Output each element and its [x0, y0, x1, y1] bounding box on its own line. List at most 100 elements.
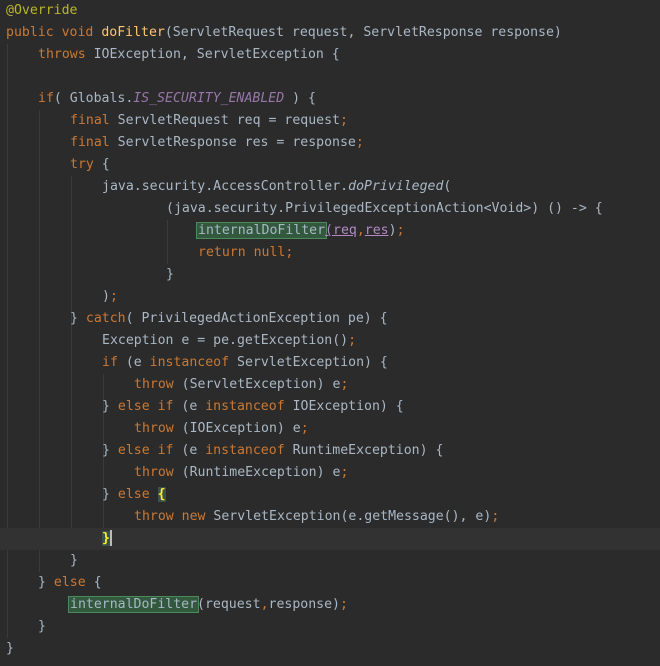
code-line[interactable]: throw (ServletException) e; — [0, 374, 660, 396]
keyword: instanceof — [205, 399, 285, 414]
code-text: (IOException) e — [173, 421, 301, 436]
code-text: ( — [443, 179, 452, 194]
keyword: void — [61, 25, 94, 40]
code-line[interactable]: } else { — [0, 484, 660, 506]
current-line[interactable]: } — [0, 528, 660, 550]
semicolon: ; — [491, 509, 500, 524]
semicolon: ; — [339, 113, 348, 128]
code-text: (ServletException) e — [173, 377, 341, 392]
code-editor[interactable]: @Override public void doFilter(ServletRe… — [0, 0, 660, 666]
code-line[interactable]: } else { — [0, 572, 660, 594]
code-text: { — [93, 157, 110, 172]
code-line[interactable]: } else if (e instanceof RuntimeException… — [0, 440, 660, 462]
keyword: else if — [117, 443, 174, 458]
keyword: public — [6, 25, 54, 40]
keyword: final — [70, 135, 110, 150]
code-text: Exception e = pe.getException() — [102, 333, 349, 348]
code-line[interactable] — [0, 66, 660, 88]
code-text: { — [85, 575, 102, 590]
comma: , — [356, 223, 365, 238]
code-text: ) { — [284, 91, 316, 106]
code-line[interactable]: throw new ServletException(e.getMessage(… — [0, 506, 660, 528]
param-req: req — [333, 223, 357, 238]
code-line[interactable]: final ServletResponse res = response; — [0, 132, 660, 154]
code-line[interactable]: throw (RuntimeException) e; — [0, 462, 660, 484]
code-text: ( PrivilegedActionException pe) { — [125, 311, 388, 326]
code-line[interactable]: @Override — [0, 0, 660, 22]
keyword: if — [102, 355, 118, 370]
annotation: @Override — [6, 3, 78, 18]
code-line[interactable]: ); — [0, 286, 660, 308]
static-field: IS_SECURITY_ENABLED — [133, 91, 285, 106]
code-line[interactable]: if (e instanceof ServletException) { — [0, 352, 660, 374]
keyword: else — [117, 487, 150, 502]
keyword: instanceof — [149, 355, 230, 370]
keyword: throw — [134, 421, 174, 436]
semicolon: ; — [355, 135, 364, 150]
code-line[interactable]: internalDoFilter(req,res); — [0, 220, 660, 242]
keyword: else if — [117, 399, 174, 414]
code-line[interactable]: return null; — [0, 242, 660, 264]
keyword: try — [70, 157, 94, 172]
code-text: ) — [388, 223, 397, 238]
code-text: ServletException(e.getMessage(), e) — [205, 509, 492, 524]
code-text: } — [166, 267, 174, 282]
code-line[interactable]: try { — [0, 154, 660, 176]
code-line[interactable]: if( Globals.IS_SECURITY_ENABLED ) { — [0, 88, 660, 110]
semicolon: ; — [300, 421, 309, 436]
code-line[interactable]: } catch( PrivilegedActionException pe) { — [0, 308, 660, 330]
semicolon: ; — [348, 333, 357, 348]
code-line[interactable]: } — [0, 264, 660, 286]
code-line[interactable]: internalDoFilter(request,response); — [0, 594, 660, 616]
keyword: new — [181, 509, 206, 524]
semicolon: ; — [285, 245, 294, 260]
code-text: ) — [102, 289, 110, 304]
keyword: throw — [134, 465, 174, 480]
code-text: (e — [173, 443, 206, 458]
method-call: doPrivileged — [348, 179, 444, 194]
code-line[interactable]: } — [0, 638, 660, 660]
code-text: } — [102, 399, 118, 414]
code-text: (RuntimeException) e — [173, 465, 341, 480]
keyword: else — [53, 575, 86, 590]
code-line[interactable]: } — [0, 550, 660, 572]
method-call-highlighted: internalDoFilter — [68, 596, 200, 613]
semicolon: ; — [396, 223, 405, 238]
keyword: throws — [38, 47, 86, 62]
code-line[interactable]: throw (IOException) e; — [0, 418, 660, 440]
code-text: } — [6, 641, 14, 656]
text-caret — [109, 530, 112, 546]
code-line[interactable]: (java.security.PrivilegedExceptionAction… — [0, 198, 660, 220]
code-text: ( Globals. — [53, 91, 134, 106]
code-line[interactable]: final ServletRequest req = request; — [0, 110, 660, 132]
param-ref: (req — [325, 223, 357, 238]
keyword: final — [70, 113, 110, 128]
keyword: if — [38, 91, 54, 106]
code-line[interactable]: public void doFilter(ServletRequest requ… — [0, 22, 660, 44]
code-text: (ServletRequest request, ServletResponse… — [164, 25, 562, 40]
code-text: } — [70, 553, 78, 568]
code-text: } — [102, 487, 118, 502]
code-text: ServletException) { — [229, 355, 388, 370]
keyword: throw — [134, 377, 174, 392]
code-text: IOException, ServletException { — [85, 47, 340, 62]
method-name: doFilter — [101, 25, 165, 40]
code-line[interactable]: } else if (e instanceof IOException) { — [0, 396, 660, 418]
keyword: return — [198, 245, 246, 260]
comma: , — [260, 597, 269, 612]
keyword: throw — [134, 509, 174, 524]
code-line[interactable]: java.security.AccessController.doPrivile… — [0, 176, 660, 198]
semicolon: ; — [109, 289, 118, 304]
code-line[interactable]: throws IOException, ServletException { — [0, 44, 660, 66]
matched-brace: { — [157, 487, 166, 502]
code-text: (e — [117, 355, 150, 370]
code-text: ServletRequest req = request — [109, 113, 340, 128]
keyword: catch — [85, 311, 126, 326]
code-line[interactable]: Exception e = pe.getException(); — [0, 330, 660, 352]
keyword: instanceof — [205, 443, 285, 458]
param-res: res — [364, 223, 389, 238]
code-text: (e — [173, 399, 206, 414]
code-text: } — [38, 575, 54, 590]
code-line[interactable]: } — [0, 616, 660, 638]
